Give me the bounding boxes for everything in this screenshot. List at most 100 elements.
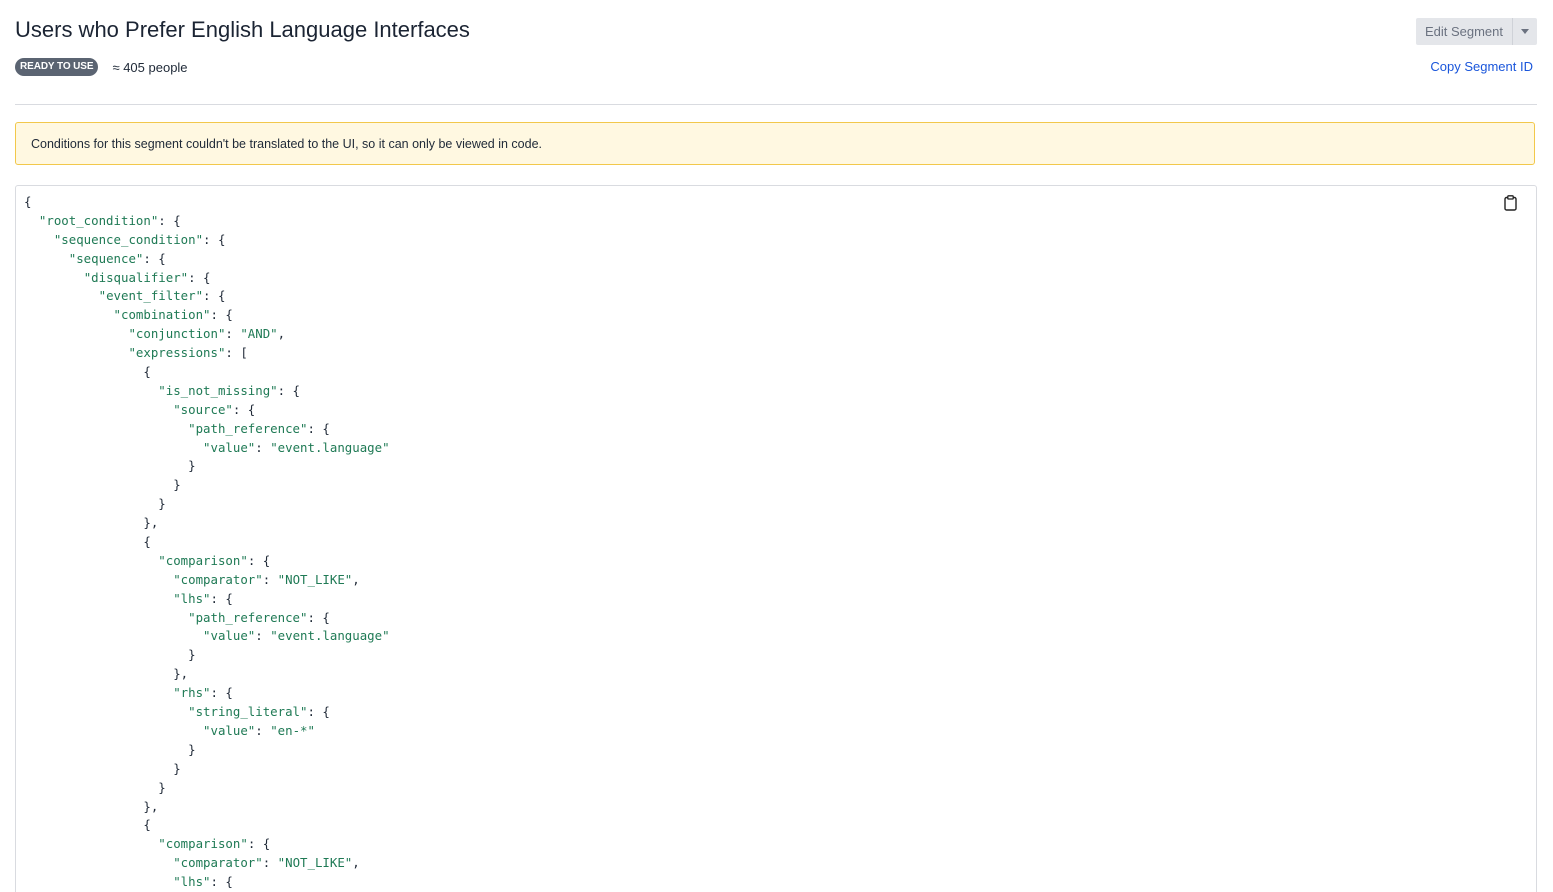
code-line: "lhs": { [24, 873, 390, 892]
json-punctuation: : { [188, 269, 211, 285]
copy-segment-id-link[interactable]: Copy Segment ID [1430, 59, 1533, 74]
json-punctuation: , [352, 855, 360, 871]
copy-code-button[interactable] [1502, 195, 1518, 213]
json-string: "event.language" [270, 628, 390, 644]
code-line: { [24, 363, 390, 382]
json-key: "lhs" [173, 874, 211, 890]
json-punctuation: : { [247, 836, 271, 852]
json-punctuation: }, [143, 515, 159, 531]
json-key: "rhs" [173, 685, 211, 701]
json-punctuation: , [277, 326, 286, 342]
json-string: "en-*" [270, 722, 315, 738]
json-punctuation: : { [277, 382, 301, 398]
clipboard-icon [1503, 195, 1517, 211]
json-punctuation: : { [210, 685, 233, 701]
edit-segment-dropdown-button[interactable] [1512, 18, 1537, 45]
code-line: "root_condition": { [24, 212, 390, 231]
json-punctuation: : [225, 326, 241, 342]
code-line: } [24, 741, 390, 760]
code-line: { [24, 193, 390, 212]
json-string: "NOT_LIKE" [277, 855, 353, 871]
code-line: "path_reference": { [24, 609, 390, 628]
code-line: { [24, 816, 390, 835]
json-punctuation: { [24, 194, 32, 209]
code-line: "comparator": "NOT_LIKE", [24, 571, 390, 590]
code-line: "comparison": { [24, 552, 390, 571]
segment-detail-page: Users who Prefer English Language Interf… [0, 0, 1553, 892]
code-line: "value": "en-*" [24, 722, 390, 741]
json-punctuation: { [143, 817, 151, 833]
json-key: "comparator" [173, 855, 263, 871]
json-key: "value" [203, 722, 256, 738]
code-line: "string_literal": { [24, 703, 390, 722]
code-line: "value": "event.language" [24, 627, 390, 646]
edit-segment-button[interactable]: Edit Segment [1415, 18, 1512, 45]
json-punctuation: : { [210, 590, 233, 606]
json-key: "conjunction" [128, 326, 226, 342]
json-punctuation: }, [143, 798, 159, 814]
people-count: ≈ 405 people [112, 59, 188, 75]
code-line: "path_reference": { [24, 420, 390, 439]
json-punctuation: : [262, 855, 278, 871]
json-key: "comparator" [173, 571, 263, 587]
json-punctuation: } [188, 458, 196, 474]
segment-header: Users who Prefer English Language Interf… [15, 0, 1537, 105]
json-key: "path_reference" [188, 609, 308, 625]
code-viewer[interactable]: { "root_condition": { "sequence_conditio… [15, 185, 1537, 892]
json-punctuation: : { [307, 420, 330, 436]
json-punctuation: : { [203, 288, 226, 304]
json-string: "AND" [240, 326, 278, 342]
code-line: "is_not_missing": { [24, 382, 390, 401]
json-key: "value" [203, 628, 256, 644]
code-line: "sequence_condition": { [24, 231, 390, 250]
code-line: "sequence": { [24, 250, 390, 269]
json-key: "string_literal" [188, 704, 308, 720]
json-string: "NOT_LIKE" [277, 571, 353, 587]
json-key: "combination" [113, 307, 211, 323]
json-punctuation: : [255, 628, 271, 644]
json-punctuation: : { [307, 609, 330, 625]
json-key: "expressions" [128, 345, 226, 361]
json-punctuation: } [188, 647, 196, 663]
edit-segment-group: Edit Segment [1415, 18, 1537, 45]
code-line: }, [24, 514, 390, 533]
code-line: } [24, 457, 390, 476]
json-key: "lhs" [173, 590, 211, 606]
code-line: } [24, 760, 390, 779]
json-punctuation: }, [173, 666, 189, 682]
json-punctuation: : { [143, 250, 166, 266]
json-punctuation: : { [210, 874, 233, 890]
json-punctuation: { [143, 364, 151, 380]
json-key: "path_reference" [188, 420, 308, 436]
code-line: "rhs": { [24, 684, 390, 703]
code-line: "source": { [24, 401, 390, 420]
json-punctuation: : [255, 439, 271, 455]
json-punctuation: : [255, 722, 271, 738]
json-punctuation: : { [158, 212, 181, 228]
json-punctuation: } [158, 779, 166, 795]
json-key: "sequence_condition" [53, 231, 204, 247]
json-key: "is_not_missing" [158, 382, 278, 398]
